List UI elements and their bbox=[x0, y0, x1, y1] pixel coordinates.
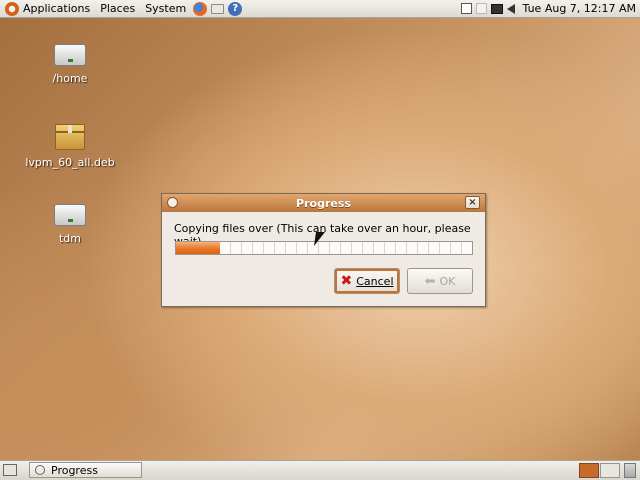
top-panel: Applications Places System ? Tue Aug 7, … bbox=[0, 0, 640, 18]
desktop-icon-tdm[interactable]: tdm bbox=[25, 204, 115, 245]
desktop-icon-label: lvpm_60_all.deb bbox=[25, 156, 115, 169]
workspace-switcher-2[interactable] bbox=[600, 463, 620, 478]
volume-icon[interactable] bbox=[506, 3, 515, 14]
dialog-titlebar[interactable]: Progress × bbox=[162, 194, 485, 212]
help-icon[interactable]: ? bbox=[228, 1, 243, 16]
places-menu[interactable]: Places bbox=[95, 0, 140, 18]
ubuntu-logo-icon bbox=[5, 1, 19, 16]
window-icon bbox=[35, 465, 45, 475]
progress-dialog: Progress × Copying files over (This can … bbox=[161, 193, 486, 307]
ok-button[interactable]: ⬅ OK bbox=[407, 268, 473, 294]
taskbar-item-progress[interactable]: Progress bbox=[29, 462, 142, 478]
applications-menu-label: Applications bbox=[23, 2, 91, 15]
workspace-switcher-1[interactable] bbox=[579, 463, 599, 478]
drive-icon bbox=[54, 204, 86, 226]
taskbar-item-label: Progress bbox=[51, 463, 98, 477]
show-desktop-icon[interactable] bbox=[3, 464, 17, 476]
package-icon bbox=[55, 124, 85, 150]
network-monitor-icon[interactable] bbox=[490, 3, 503, 14]
progress-fill bbox=[176, 242, 221, 254]
trash-icon[interactable] bbox=[624, 463, 636, 478]
clock[interactable]: Tue Aug 7, 12:17 AM bbox=[519, 2, 636, 15]
system-menu-label: System bbox=[145, 2, 187, 15]
ok-button-label: OK bbox=[439, 274, 456, 288]
window-menu-icon[interactable] bbox=[167, 197, 178, 208]
desktop-icon-home[interactable]: /home bbox=[25, 44, 115, 85]
close-button[interactable]: × bbox=[465, 196, 480, 209]
cancel-button[interactable]: ✖ Cancel bbox=[334, 268, 400, 294]
places-menu-label: Places bbox=[100, 2, 136, 15]
desktop-icon-label: /home bbox=[52, 72, 88, 85]
dialog-title: Progress bbox=[296, 196, 351, 210]
notification-area: Tue Aug 7, 12:17 AM bbox=[460, 2, 640, 15]
system-menu[interactable]: System bbox=[140, 0, 191, 18]
cancel-button-label: Cancel bbox=[356, 274, 394, 288]
cancel-x-icon: ✖ bbox=[340, 273, 353, 289]
progress-bar bbox=[175, 241, 473, 255]
desktop-icon-label: tdm bbox=[58, 232, 81, 245]
desktop-icon-deb-package[interactable]: lvpm_60_all.deb bbox=[25, 124, 115, 169]
drive-icon bbox=[54, 44, 86, 66]
applications-menu[interactable]: Applications bbox=[0, 0, 95, 18]
mail-icon[interactable] bbox=[211, 3, 225, 14]
bottom-panel: Progress bbox=[0, 460, 640, 480]
tray-checkbox-icon[interactable] bbox=[460, 3, 472, 14]
ok-arrow-icon: ⬅ bbox=[424, 273, 436, 289]
tray-disabled-icon[interactable] bbox=[475, 3, 487, 14]
firefox-icon[interactable] bbox=[193, 1, 208, 16]
